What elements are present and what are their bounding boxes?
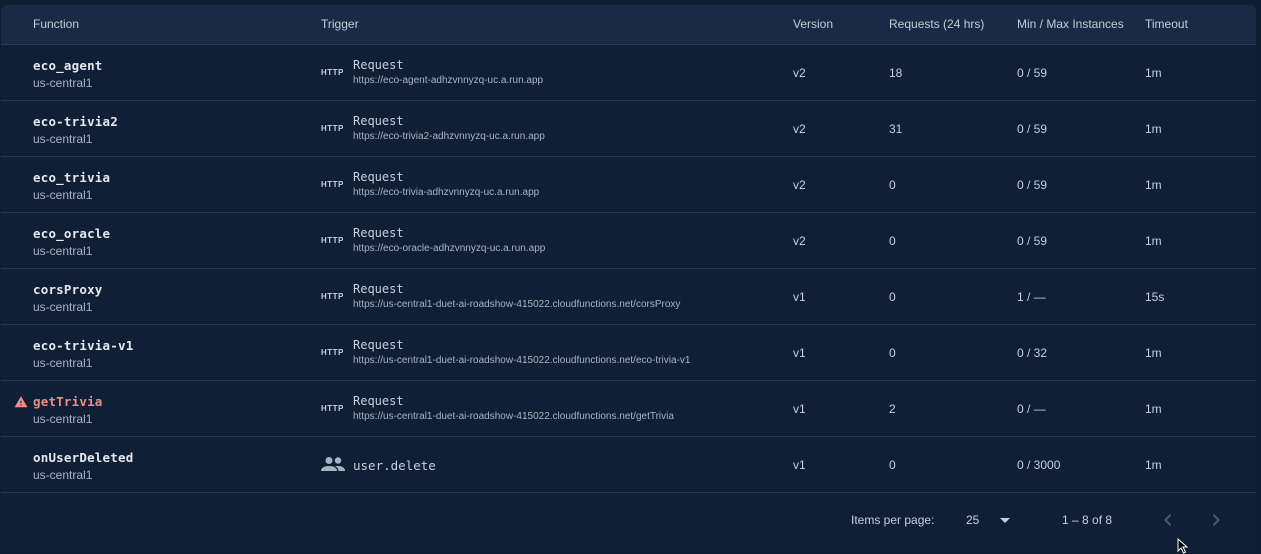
instances-cell: 0 / 59 xyxy=(1017,234,1048,248)
version-cell: v1 xyxy=(793,458,806,472)
http-icon: HTTP xyxy=(321,404,344,413)
instances-cell: 0 / — xyxy=(1017,402,1046,416)
http-icon: HTTP xyxy=(321,68,344,77)
requests-cell: 0 xyxy=(889,290,896,304)
version-cell: v2 xyxy=(793,66,806,80)
function-name[interactable]: eco_agent xyxy=(33,58,103,73)
table-row[interactable]: eco-trivia-v1 us-central1 HTTP Request https… xyxy=(1,325,1256,381)
requests-cell: 0 xyxy=(889,178,896,192)
function-region: us-central1 xyxy=(33,244,93,258)
timeout-cell: 1m xyxy=(1145,66,1162,80)
timeout-cell: 1m xyxy=(1145,346,1162,360)
items-per-page-value: 25 xyxy=(966,513,980,527)
requests-cell: 0 xyxy=(889,458,896,472)
requests-cell: 18 xyxy=(889,66,903,80)
instances-cell: 0 / 59 xyxy=(1017,122,1048,136)
version-cell: v1 xyxy=(793,402,806,416)
function-region: us-central1 xyxy=(33,412,93,426)
trigger-url[interactable]: https://eco-trivia-adhzvnnyzq-uc.a.run.a… xyxy=(353,187,539,198)
http-icon: HTTP xyxy=(321,292,344,301)
function-name[interactable]: getTrivia xyxy=(33,394,103,409)
timeout-cell: 1m xyxy=(1145,402,1162,416)
timeout-cell: 15s xyxy=(1145,290,1165,304)
function-name[interactable]: eco_trivia xyxy=(33,170,110,185)
header-function[interactable]: Function xyxy=(33,5,79,44)
trigger-url[interactable]: https://eco-agent-adhzvnnyzq-uc.a.run.ap… xyxy=(353,75,543,86)
warning-icon xyxy=(14,396,28,408)
instances-cell: 0 / 3000 xyxy=(1017,458,1061,472)
paginator: Items per page: 25 1 – 8 of 8 xyxy=(1,494,1256,550)
trigger-type: Request xyxy=(353,114,404,128)
header-trigger[interactable]: Trigger xyxy=(321,5,359,44)
function-name[interactable]: onUserDeleted xyxy=(33,450,133,465)
http-icon: HTTP xyxy=(321,348,344,357)
table-header: Function Trigger Version Requests (24 hr… xyxy=(1,5,1256,45)
function-region: us-central1 xyxy=(33,356,93,370)
next-page-button[interactable] xyxy=(1204,508,1228,532)
table-row[interactable]: getTrivia us-central1 HTTP Request https://u… xyxy=(1,381,1256,437)
page-range: 1 – 8 of 8 xyxy=(1062,513,1113,527)
trigger-type: Request xyxy=(353,394,404,408)
mouse-cursor xyxy=(1177,538,1189,554)
version-cell: v2 xyxy=(793,122,806,136)
table-row[interactable]: eco-trivia2 us-central1 HTTP Request https:/… xyxy=(1,101,1256,157)
requests-cell: 2 xyxy=(889,402,896,416)
trigger-type: Request xyxy=(353,170,404,184)
function-region: us-central1 xyxy=(33,76,93,90)
function-name[interactable]: eco-trivia2 xyxy=(33,114,118,129)
trigger-url[interactable]: https://us-central1-duet-ai-roadshow-415… xyxy=(353,411,674,422)
trigger-url[interactable]: https://us-central1-duet-ai-roadshow-415… xyxy=(353,355,690,366)
function-name[interactable]: corsProxy xyxy=(33,282,103,297)
table-row[interactable]: eco_agent us-central1 HTTP Request https://e… xyxy=(1,45,1256,101)
requests-cell: 0 xyxy=(889,234,896,248)
trigger-event: user.delete xyxy=(353,458,436,473)
timeout-cell: 1m xyxy=(1145,458,1162,472)
requests-cell: 31 xyxy=(889,122,903,136)
function-region: us-central1 xyxy=(33,188,93,202)
version-cell: v2 xyxy=(793,178,806,192)
version-cell: v2 xyxy=(793,234,806,248)
header-version[interactable]: Version xyxy=(793,5,833,44)
trigger-type: Request xyxy=(353,226,404,240)
timeout-cell: 1m xyxy=(1145,234,1162,248)
trigger-type: Request xyxy=(353,282,404,296)
function-name[interactable]: eco-trivia-v1 xyxy=(33,338,133,353)
http-icon: HTTP xyxy=(321,124,344,133)
requests-cell: 0 xyxy=(889,346,896,360)
function-name[interactable]: eco_oracle xyxy=(33,226,110,241)
header-instances[interactable]: Min / Max Instances xyxy=(1017,5,1124,44)
instances-cell: 0 / 59 xyxy=(1017,66,1048,80)
trigger-url[interactable]: https://eco-oracle-adhzvnnyzq-uc.a.run.a… xyxy=(353,243,545,254)
table-row[interactable]: corsProxy us-central1 HTTP Request https://u… xyxy=(1,269,1256,325)
timeout-cell: 1m xyxy=(1145,178,1162,192)
function-region: us-central1 xyxy=(33,132,93,146)
table-row[interactable]: eco_oracle us-central1 HTTP Request https://… xyxy=(1,213,1256,269)
function-region: us-central1 xyxy=(33,300,93,314)
function-region: us-central1 xyxy=(33,468,93,482)
instances-cell: 0 / 32 xyxy=(1017,346,1048,360)
trigger-type: Request xyxy=(353,338,404,352)
chevron-right-icon xyxy=(1212,514,1220,526)
functions-table: Function Trigger Version Requests (24 hr… xyxy=(1,5,1256,550)
previous-page-button[interactable] xyxy=(1156,508,1180,532)
items-per-page-select[interactable]: 25 xyxy=(956,504,1016,534)
trigger-url[interactable]: https://eco-trivia2-adhzvnnyzq-uc.a.run.… xyxy=(353,131,545,142)
trigger-url[interactable]: https://us-central1-duet-ai-roadshow-415… xyxy=(353,299,680,310)
timeout-cell: 1m xyxy=(1145,122,1162,136)
chevron-down-icon xyxy=(1000,518,1010,523)
http-icon: HTTP xyxy=(321,236,344,245)
header-timeout[interactable]: Timeout xyxy=(1145,5,1188,44)
table-row[interactable]: eco_trivia us-central1 HTTP Request https://… xyxy=(1,157,1256,213)
instances-cell: 1 / — xyxy=(1017,290,1046,304)
table-row[interactable]: onUserDeleted us-central1 user.delete v1 0 0 … xyxy=(1,437,1256,493)
items-per-page-label: Items per page: xyxy=(851,513,935,527)
chevron-left-icon xyxy=(1164,514,1172,526)
trigger-type: Request xyxy=(353,58,404,72)
version-cell: v1 xyxy=(793,290,806,304)
people-icon xyxy=(321,457,345,471)
http-icon: HTTP xyxy=(321,180,344,189)
version-cell: v1 xyxy=(793,346,806,360)
header-requests[interactable]: Requests (24 hrs) xyxy=(889,5,984,44)
instances-cell: 0 / 59 xyxy=(1017,178,1048,192)
